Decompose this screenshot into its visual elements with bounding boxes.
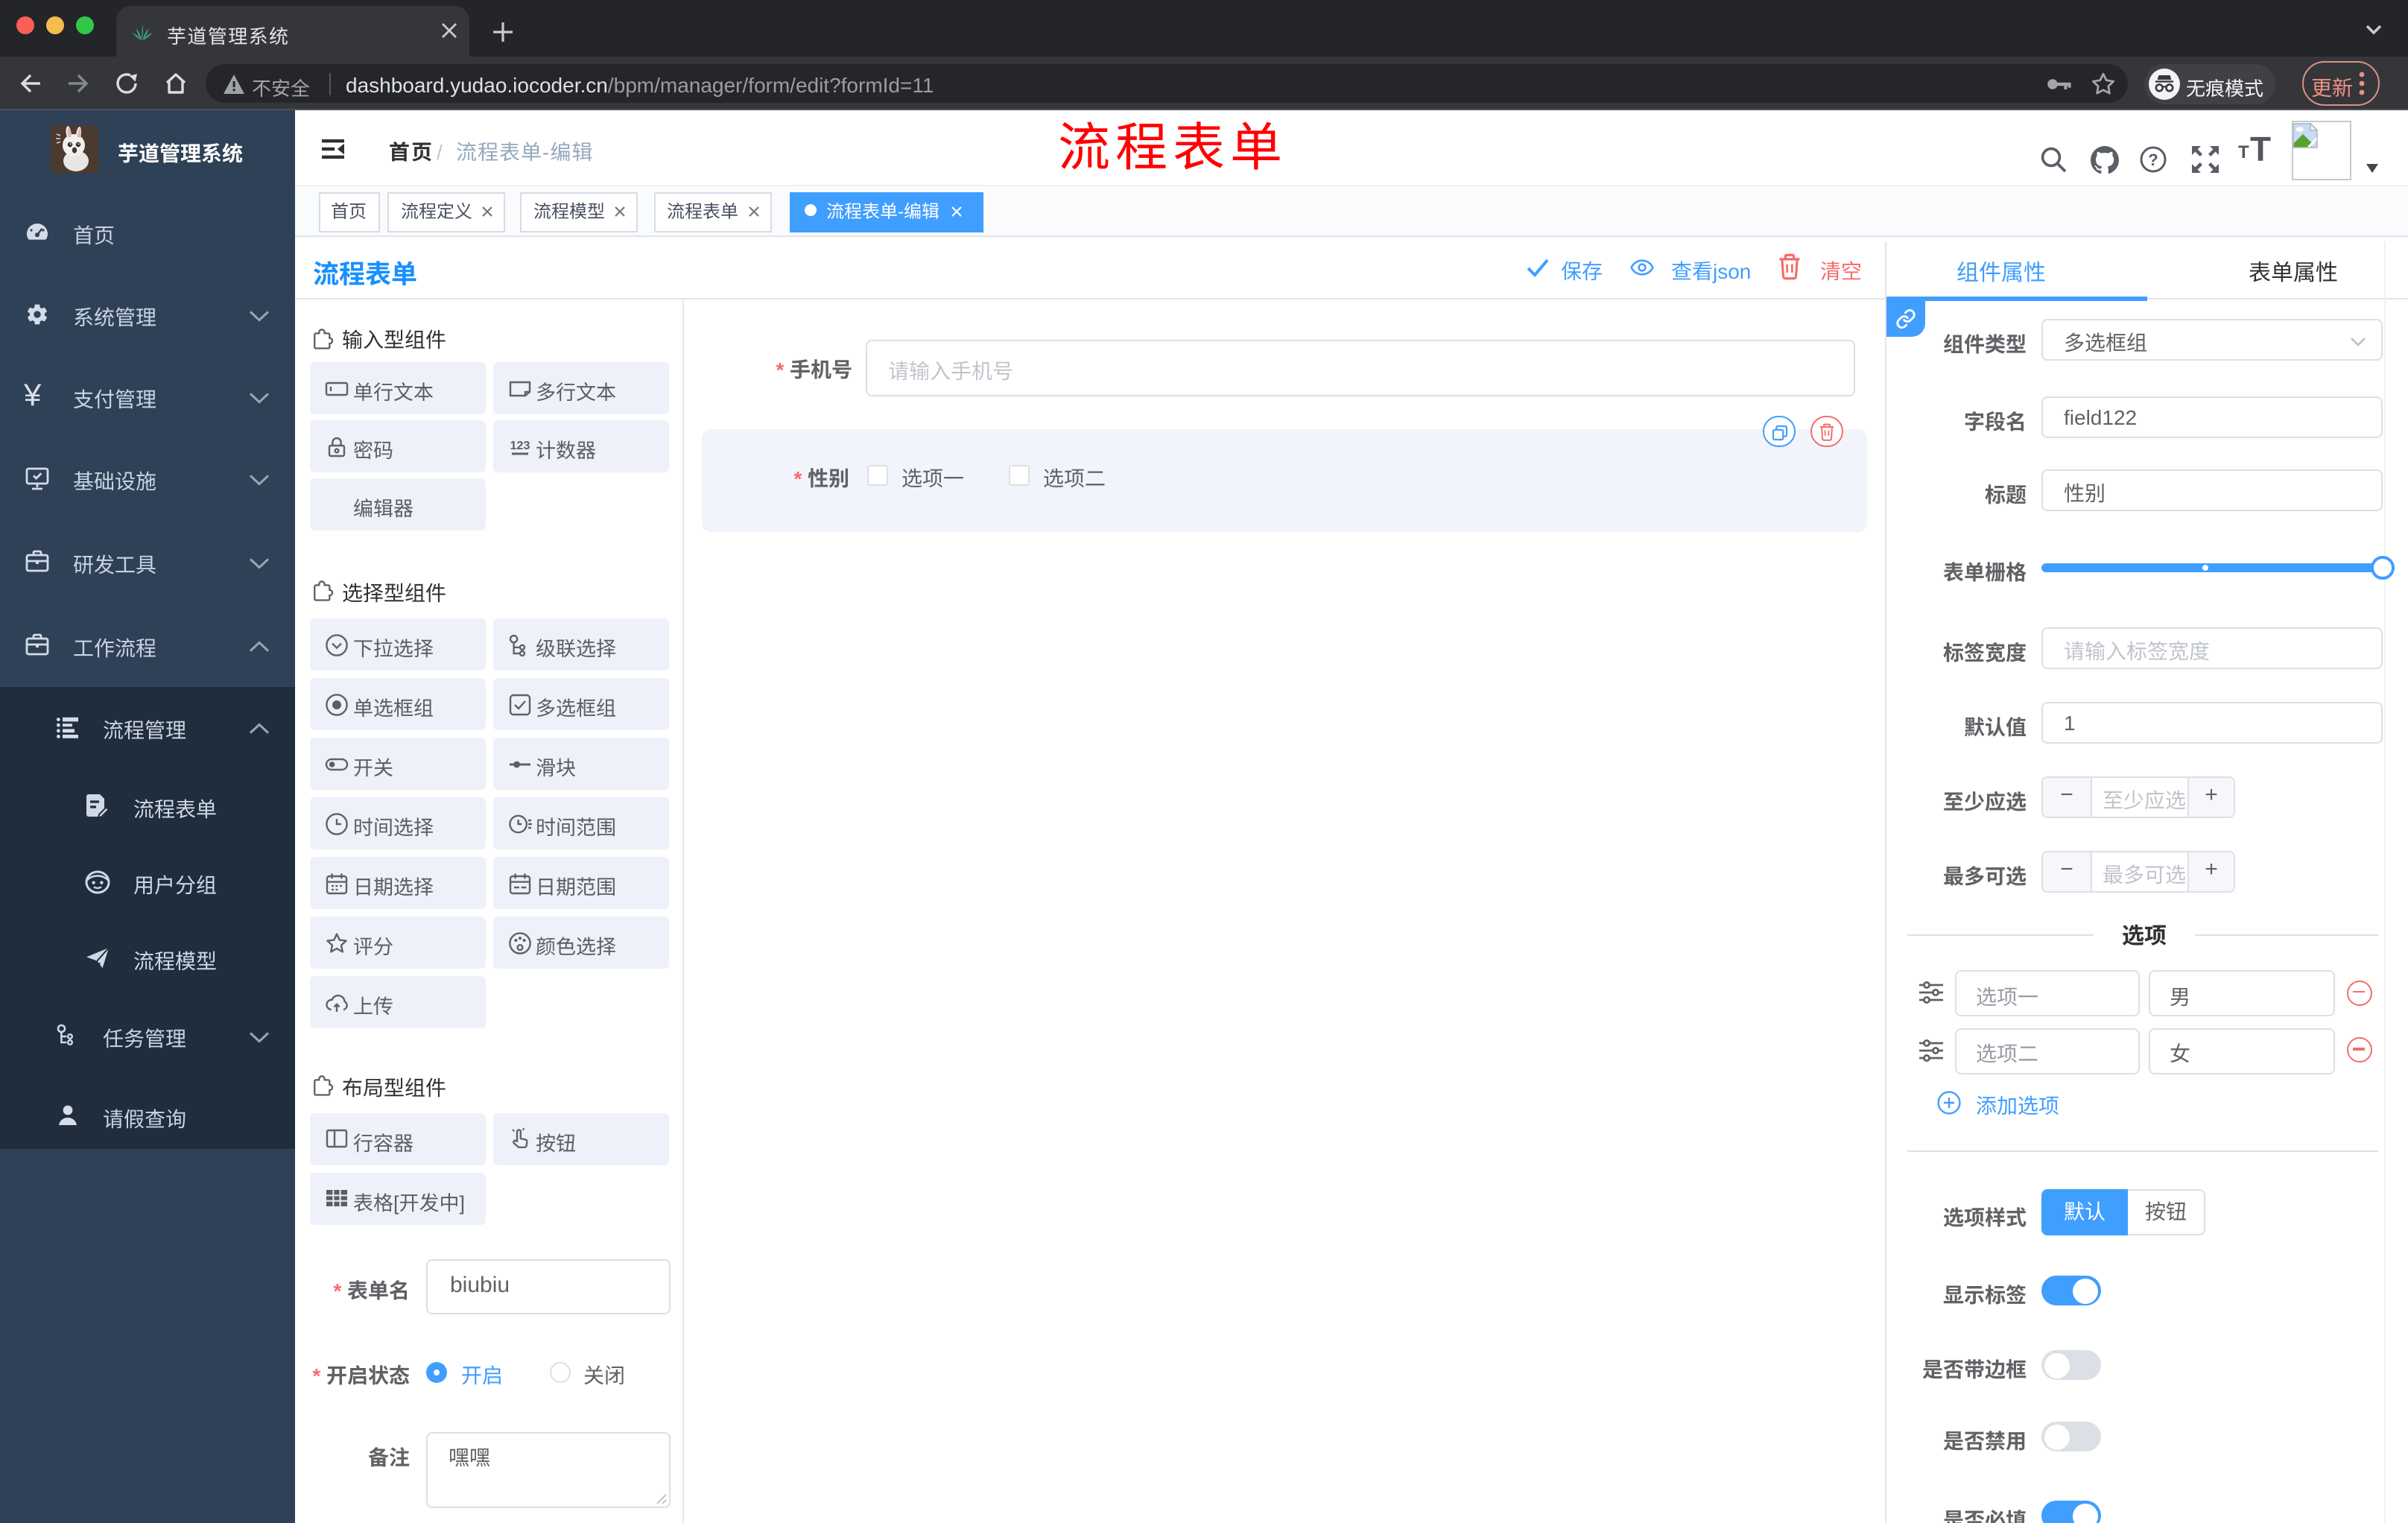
svg-text:?: ? <box>2148 151 2158 169</box>
svg-text:123: 123 <box>510 439 530 452</box>
